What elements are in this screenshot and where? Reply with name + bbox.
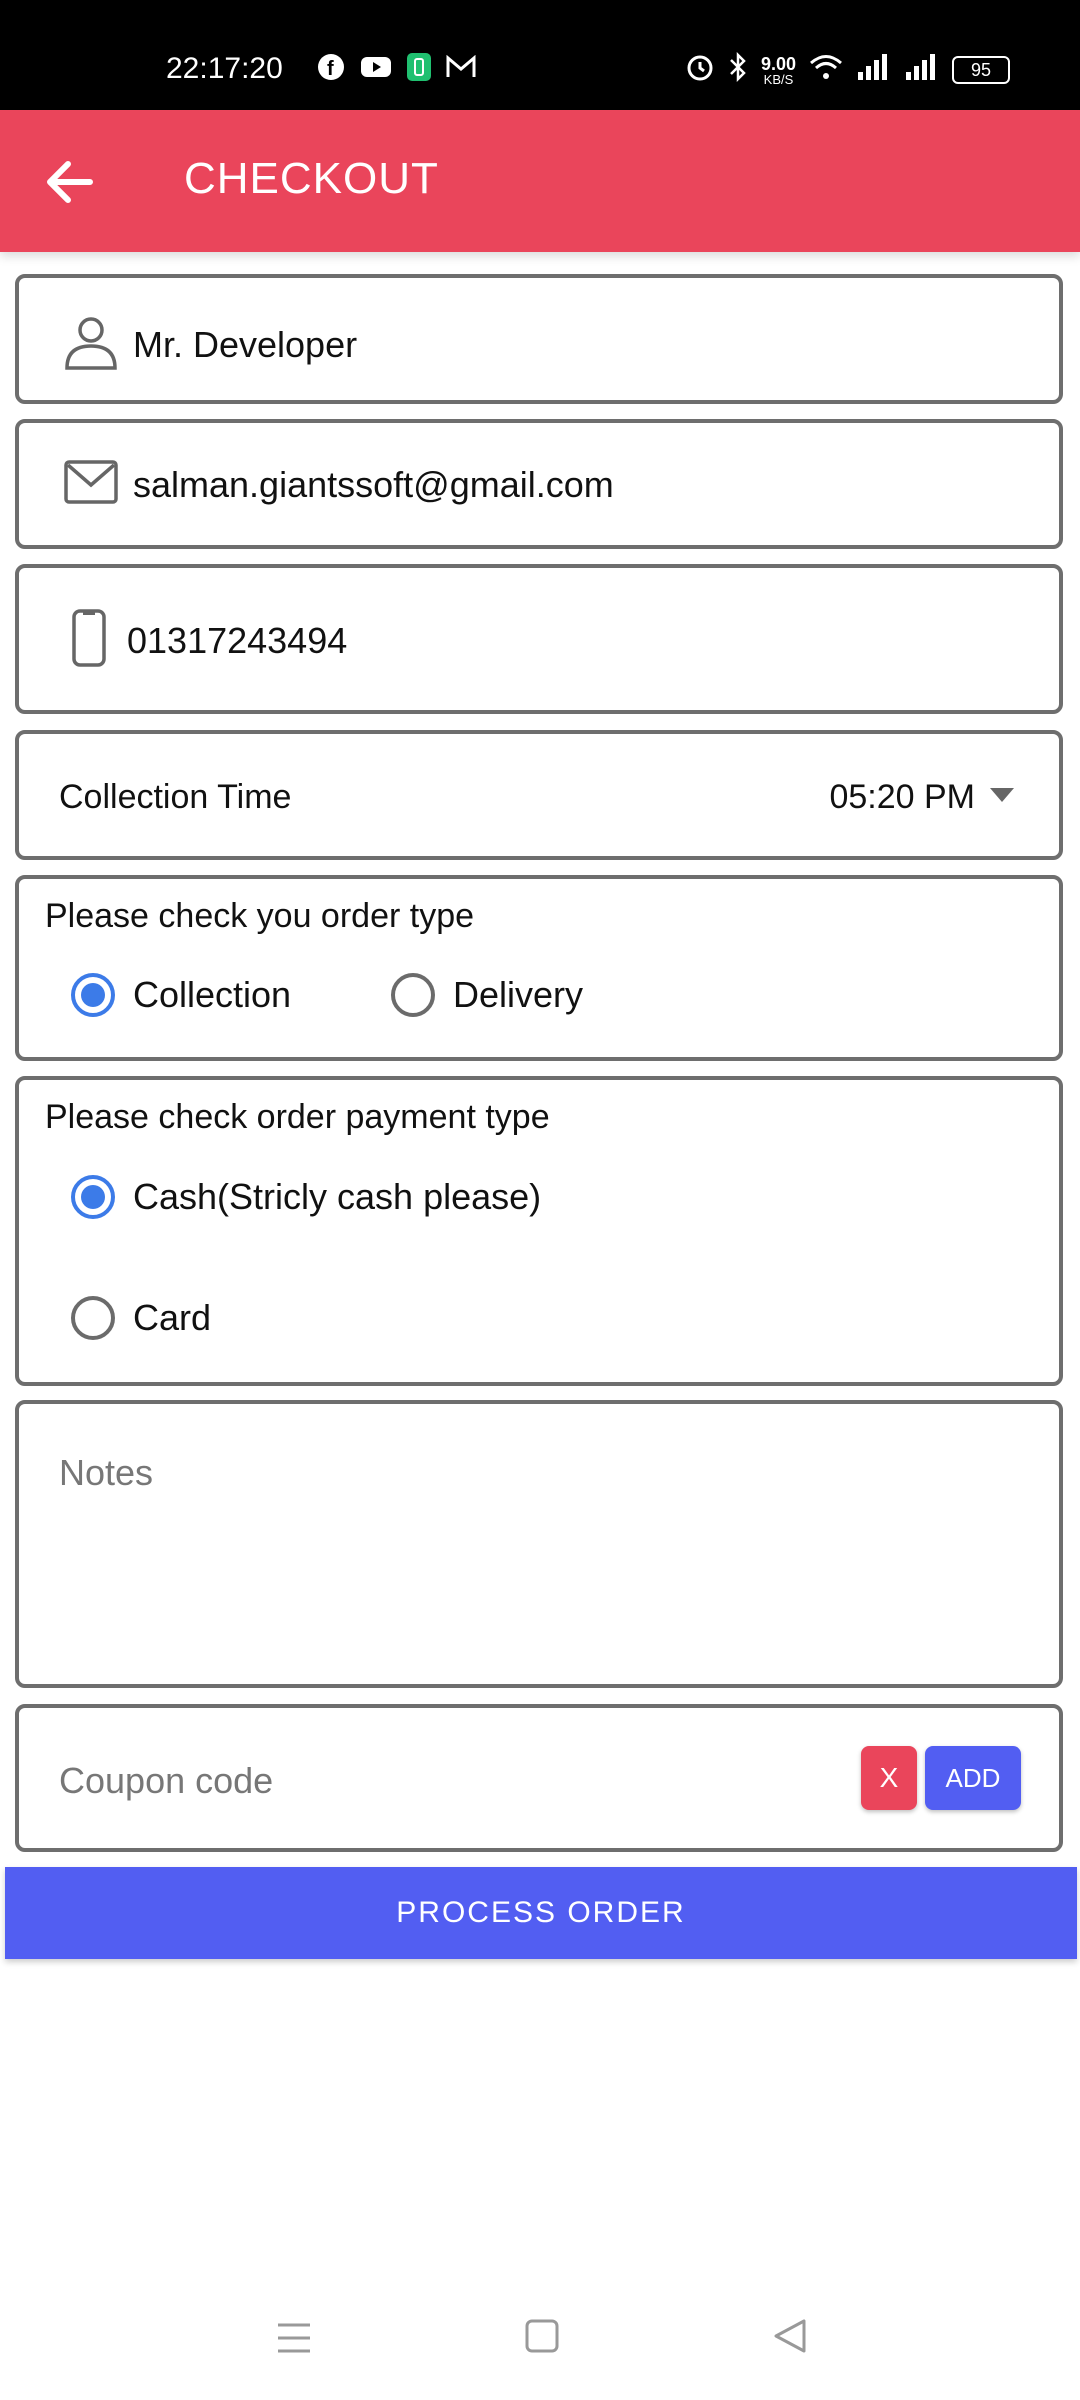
add-coupon-button[interactable]: ADD	[925, 1746, 1021, 1810]
mail-icon	[63, 459, 119, 510]
wifi-icon	[808, 52, 844, 88]
gmail-icon	[446, 54, 476, 84]
name-value: Mr. Developer	[133, 323, 358, 365]
alarm-icon	[685, 52, 715, 88]
notes-field[interactable]: Notes	[15, 1400, 1063, 1688]
coupon-placeholder: Coupon code	[59, 1760, 274, 1801]
order-type-option-collection[interactable]: Collection	[71, 973, 291, 1017]
collection-time-dropdown[interactable]: 05:20 PM	[829, 778, 1015, 817]
app-bar: CHECKOUT	[0, 110, 1080, 252]
youtube-icon	[360, 55, 392, 84]
person-icon	[63, 312, 119, 377]
process-order-button[interactable]: PROCESS ORDER	[5, 1867, 1077, 1959]
clear-coupon-button[interactable]: X	[861, 1746, 917, 1810]
menu-icon[interactable]	[274, 2320, 314, 2361]
order-type-heading: Please check you order type	[45, 897, 475, 935]
name-field[interactable]: Mr. Developer	[15, 274, 1063, 404]
signal-icon-1	[856, 52, 892, 88]
payment-type-section: Please check order payment type Cash(Str…	[15, 1076, 1063, 1386]
notes-placeholder: Notes	[59, 1452, 154, 1493]
collection-time-value: 05:20 PM	[829, 778, 975, 816]
radio-unselected-icon[interactable]	[391, 973, 435, 1017]
email-field[interactable]: salman.giantssoft@gmail.com	[15, 419, 1063, 549]
coupon-field[interactable]: Coupon code X ADD	[15, 1704, 1063, 1852]
status-app-icons: f	[316, 52, 476, 87]
option-label: Cash(Stricly cash please)	[133, 1176, 542, 1217]
payment-option-card[interactable]: Card	[71, 1296, 211, 1340]
phone-icon	[71, 608, 107, 673]
payment-type-heading: Please check order payment type	[45, 1098, 550, 1136]
page-title: CHECKOUT	[184, 154, 439, 203]
phone-field[interactable]: 01317243494	[15, 564, 1063, 714]
order-type-option-delivery[interactable]: Delivery	[391, 973, 583, 1017]
status-bar: 22:17:20 f 9.00 KB/S 95	[0, 0, 1080, 110]
net-speed: 9.00 KB/S	[760, 53, 796, 87]
phone-value: 01317243494	[127, 619, 348, 661]
chevron-down-icon	[989, 787, 1015, 808]
collection-time-label: Collection Time	[59, 778, 292, 816]
email-value: salman.giantssoft@gmail.com	[133, 463, 614, 505]
radio-selected-icon[interactable]	[71, 1175, 115, 1219]
bluetooth-icon	[727, 51, 749, 88]
facebook-icon: f	[316, 52, 346, 87]
home-icon[interactable]	[524, 2318, 560, 2359]
option-label: Delivery	[453, 974, 584, 1015]
system-nav-bar	[0, 2300, 1080, 2400]
option-label: Card	[133, 1297, 212, 1338]
payment-option-cash[interactable]: Cash(Stricly cash please)	[71, 1175, 541, 1219]
status-right: 9.00 KB/S 95	[685, 51, 1010, 88]
svg-text:f: f	[327, 58, 334, 80]
back-triangle-icon[interactable]	[772, 2318, 808, 2359]
radio-unselected-icon[interactable]	[71, 1296, 115, 1340]
signal-icon-2	[904, 52, 940, 88]
order-type-section: Please check you order type Collection D…	[15, 875, 1063, 1061]
battery-indicator: 95	[952, 56, 1010, 84]
status-time: 22:17:20	[166, 52, 283, 85]
back-arrow-icon[interactable]	[38, 150, 102, 214]
radio-selected-icon[interactable]	[71, 973, 115, 1017]
collection-time-field[interactable]: Collection Time 05:20 PM	[15, 730, 1063, 860]
battery-saver-icon	[406, 52, 432, 87]
option-label: Collection	[133, 974, 292, 1015]
